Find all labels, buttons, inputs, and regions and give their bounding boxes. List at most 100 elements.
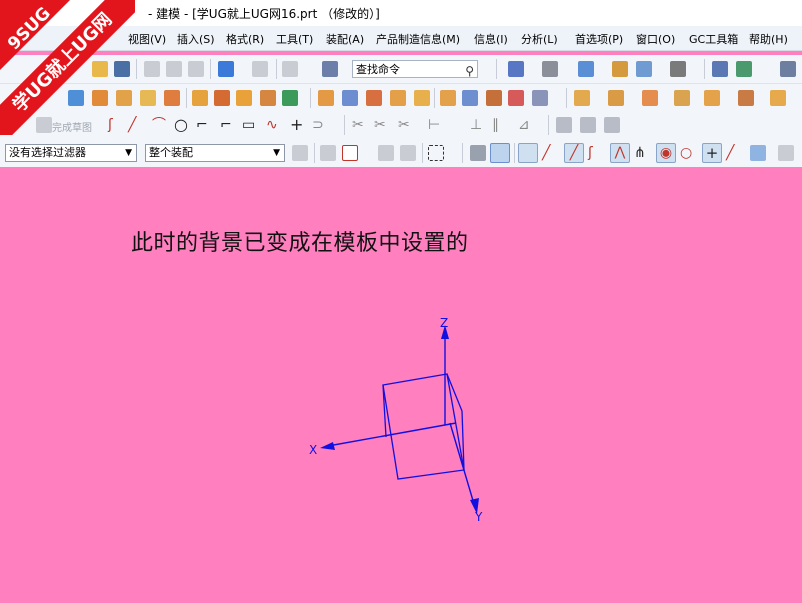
revolve-icon[interactable] bbox=[92, 90, 108, 106]
control-point-icon[interactable]: ʃ bbox=[588, 145, 604, 161]
move-layer-icon[interactable] bbox=[736, 61, 752, 77]
wireframe-icon[interactable] bbox=[612, 61, 628, 77]
extrude-icon[interactable] bbox=[68, 90, 84, 106]
menu-information[interactable]: 信息(I) bbox=[474, 31, 508, 47]
highlight-faces-icon[interactable] bbox=[490, 143, 510, 163]
intersection-icon[interactable]: ⋀ bbox=[610, 143, 630, 163]
split-body-icon[interactable] bbox=[342, 90, 358, 106]
cone-icon[interactable] bbox=[486, 90, 502, 106]
auto-constraint-icon[interactable]: ∥ bbox=[492, 117, 508, 133]
render-style-icon[interactable] bbox=[542, 61, 558, 77]
bounded-grid-icon[interactable] bbox=[750, 145, 766, 161]
line-icon[interactable]: ╱ bbox=[128, 117, 144, 133]
arc-icon[interactable]: ⌒ bbox=[152, 117, 168, 133]
mirror-feature-icon[interactable] bbox=[574, 90, 590, 106]
feature-select-icon[interactable] bbox=[342, 145, 358, 161]
rectangle-select-icon[interactable] bbox=[428, 145, 444, 161]
offset-curve-icon[interactable]: ⊃ bbox=[312, 117, 328, 133]
profile-icon[interactable]: ʃ bbox=[108, 117, 124, 133]
menu-pmi[interactable]: 产品制造信息(M) bbox=[376, 31, 460, 47]
general-select-icon[interactable] bbox=[320, 145, 336, 161]
search-input[interactable]: 查找命令 ⚲ bbox=[352, 60, 478, 78]
hole-icon[interactable] bbox=[116, 90, 132, 106]
replace-face-icon[interactable] bbox=[738, 90, 754, 106]
menu-assembly[interactable]: 装配(A) bbox=[326, 31, 364, 47]
mid-point-icon[interactable]: ╱ bbox=[564, 143, 584, 163]
pocket-icon[interactable] bbox=[164, 90, 180, 106]
sketch-settings-icon[interactable] bbox=[556, 117, 572, 133]
chamfer-icon[interactable] bbox=[214, 90, 230, 106]
quadrant-point-icon[interactable]: ◉ bbox=[656, 143, 676, 163]
offset-face-icon[interactable] bbox=[366, 90, 382, 106]
quick-trim-icon[interactable]: ✂ bbox=[352, 117, 368, 133]
show-constraints-icon[interactable]: ⊿ bbox=[518, 117, 534, 133]
menu-window[interactable]: 窗口(O) bbox=[636, 31, 675, 47]
point-icon[interactable]: + bbox=[290, 117, 306, 133]
circle-icon[interactable]: ○ bbox=[174, 117, 190, 133]
finish-sketch-button[interactable]: 完成草图 bbox=[52, 119, 92, 134]
quick-extend-icon[interactable]: ✂ bbox=[374, 117, 390, 133]
unite-icon[interactable] bbox=[260, 90, 276, 106]
boolean-icon[interactable] bbox=[282, 90, 298, 106]
edge-blend-icon[interactable] bbox=[192, 90, 208, 106]
menu-preferences[interactable]: 首选项(P) bbox=[575, 31, 623, 47]
sew-icon[interactable] bbox=[674, 90, 690, 106]
sphere-icon[interactable] bbox=[508, 90, 524, 106]
existing-point-icon[interactable]: + bbox=[702, 143, 722, 163]
polygon-icon[interactable]: ∿ bbox=[266, 117, 282, 133]
cylinder-icon[interactable] bbox=[462, 90, 478, 106]
pick-icon[interactable] bbox=[378, 145, 394, 161]
repeat-command-icon[interactable] bbox=[282, 61, 298, 77]
point-on-face-icon[interactable]: ╱ bbox=[726, 145, 742, 161]
assembly-scope-select[interactable]: 整个装配 ▼ bbox=[145, 144, 285, 162]
work-layer-icon[interactable] bbox=[712, 61, 728, 77]
command-finder-icon[interactable] bbox=[322, 61, 338, 77]
dimension-icon[interactable]: ⊢ bbox=[428, 117, 444, 133]
deselect-icon[interactable] bbox=[400, 145, 416, 161]
layout-icon[interactable] bbox=[780, 61, 796, 77]
cut-icon[interactable] bbox=[144, 61, 160, 77]
view-orient-icon[interactable] bbox=[636, 61, 652, 77]
snap-points-icon[interactable] bbox=[518, 143, 538, 163]
pattern-icon[interactable] bbox=[236, 90, 252, 106]
end-point-icon[interactable]: ╱ bbox=[542, 145, 558, 161]
fillet-icon[interactable]: ⌐ bbox=[196, 117, 212, 133]
point-on-curve-icon[interactable]: ○ bbox=[680, 145, 696, 161]
make-corner-icon[interactable]: ✂ bbox=[398, 117, 414, 133]
thicken-icon[interactable] bbox=[642, 90, 658, 106]
datum-plane-icon[interactable] bbox=[532, 90, 548, 106]
arc-center-icon[interactable]: ⋔ bbox=[634, 145, 650, 161]
shell-icon[interactable] bbox=[390, 90, 406, 106]
draft-icon[interactable] bbox=[414, 90, 430, 106]
constraint-icon[interactable]: ⊥ bbox=[470, 117, 486, 133]
graphics-window[interactable]: 此时的背景已变成在模板中设置的 Z X Y bbox=[0, 167, 802, 603]
delete-face-icon[interactable] bbox=[770, 90, 786, 106]
chamfer-sketch-icon[interactable]: ⌐ bbox=[220, 117, 236, 133]
type-filter-select[interactable]: 没有选择过滤器 ▼ bbox=[5, 144, 137, 162]
emboss-icon[interactable] bbox=[608, 90, 624, 106]
menu-format[interactable]: 格式(R) bbox=[226, 31, 264, 47]
finish-sketch-icon[interactable] bbox=[36, 117, 52, 133]
selection-scope-icon[interactable] bbox=[292, 145, 308, 161]
open-icon[interactable] bbox=[92, 61, 108, 77]
paste-icon[interactable] bbox=[188, 61, 204, 77]
undo-icon[interactable] bbox=[218, 61, 234, 77]
relations-browser-icon[interactable] bbox=[580, 117, 596, 133]
menu-view[interactable]: 视图(V) bbox=[128, 31, 166, 47]
patch-icon[interactable] bbox=[704, 90, 720, 106]
menu-insert[interactable]: 插入(S) bbox=[177, 31, 215, 47]
redo-icon[interactable] bbox=[252, 61, 268, 77]
menu-gc-toolbox[interactable]: GC工具箱 bbox=[689, 31, 738, 47]
rectangle-icon[interactable]: ▭ bbox=[242, 117, 258, 133]
table-icon[interactable] bbox=[778, 145, 794, 161]
boss-icon[interactable] bbox=[140, 90, 156, 106]
menu-tools[interactable]: 工具(T) bbox=[276, 31, 313, 47]
save-icon[interactable] bbox=[114, 61, 130, 77]
snap-view-icon[interactable] bbox=[508, 61, 524, 77]
shaded-icon[interactable] bbox=[578, 61, 594, 77]
search-icon[interactable]: ⚲ bbox=[465, 62, 474, 80]
copy-icon[interactable] bbox=[166, 61, 182, 77]
convert-reference-icon[interactable] bbox=[604, 117, 620, 133]
trim-body-icon[interactable] bbox=[318, 90, 334, 106]
select-all-icon[interactable] bbox=[470, 145, 486, 161]
